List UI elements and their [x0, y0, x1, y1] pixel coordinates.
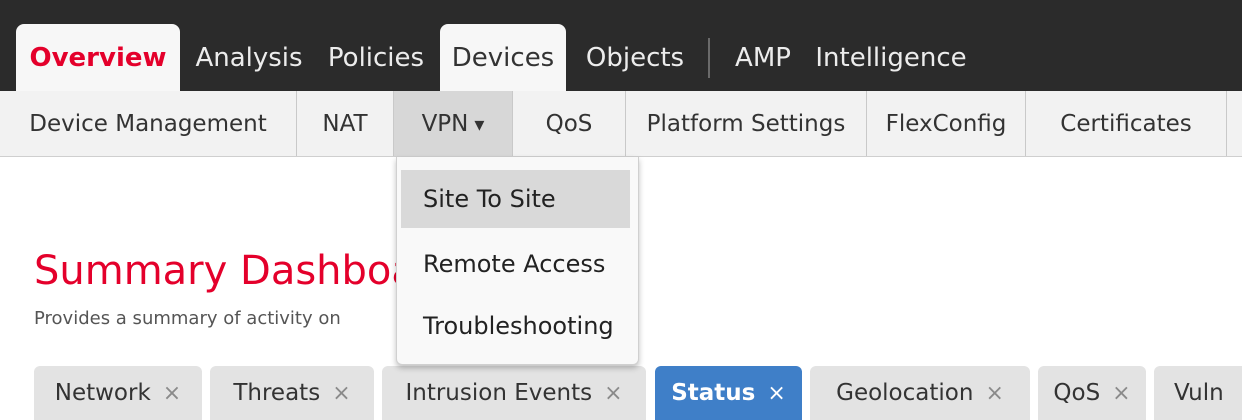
subnav-qos[interactable]: QoS: [513, 91, 625, 156]
subnav-nat[interactable]: NAT: [297, 91, 393, 156]
page-title: Summary Dashboard: [34, 248, 458, 294]
subnav-platform-settings[interactable]: Platform Settings: [626, 91, 866, 156]
subnav-divider: [1226, 91, 1227, 156]
sub-nav-bar: Device Management NAT VPN ▾ QoS Platform…: [0, 91, 1242, 157]
dashboard-tab-label: Intrusion Events: [405, 380, 593, 406]
tab-analysis[interactable]: Analysis: [186, 24, 312, 91]
subnav-device-management[interactable]: Device Management: [0, 91, 296, 156]
dashboard-tab-label: Network: [54, 380, 151, 406]
tab-policies[interactable]: Policies: [318, 24, 434, 91]
tab-intelligence[interactable]: Intelligence: [808, 24, 974, 91]
nav-divider: [708, 38, 710, 78]
menu-item-site-to-site[interactable]: Site To Site: [401, 170, 630, 228]
close-icon[interactable]: ×: [1112, 381, 1130, 406]
dashboard-tab-label: QoS: [1053, 380, 1101, 406]
dashboard-tab-vuln[interactable]: Vuln: [1154, 366, 1242, 420]
dashboard-tab-network[interactable]: Network ×: [34, 366, 202, 420]
top-nav-bar: Overview Analysis Policies Devices Objec…: [0, 0, 1242, 91]
subnav-vpn[interactable]: VPN ▾: [394, 91, 512, 156]
tab-objects[interactable]: Objects: [572, 24, 698, 91]
subnav-vpn-label: VPN: [421, 110, 469, 137]
tab-devices[interactable]: Devices: [440, 24, 566, 91]
page-subtitle: Provides a summary of activity on: [34, 308, 341, 329]
menu-item-troubleshooting[interactable]: Troubleshooting: [401, 297, 630, 355]
dashboard-tab-label: Geolocation: [836, 380, 974, 406]
dashboard-tab-intrusion-events[interactable]: Intrusion Events ×: [382, 366, 646, 420]
dashboard-tab-label: Status: [671, 380, 756, 406]
close-icon[interactable]: ×: [985, 381, 1003, 406]
chevron-down-icon: ▾: [474, 111, 485, 136]
subnav-flexconfig[interactable]: FlexConfig: [867, 91, 1025, 156]
dashboard-tab-qos[interactable]: QoS ×: [1038, 366, 1146, 420]
dashboard-tab-geolocation[interactable]: Geolocation ×: [810, 366, 1030, 420]
vpn-dropdown-menu: Site To Site Remote Access Troubleshooti…: [396, 157, 639, 365]
dashboard-tab-status[interactable]: Status ×: [655, 366, 802, 420]
menu-item-remote-access[interactable]: Remote Access: [401, 235, 630, 293]
close-icon[interactable]: ×: [332, 381, 350, 406]
tab-overview[interactable]: Overview: [16, 24, 180, 91]
subnav-certificates[interactable]: Certificates: [1026, 91, 1226, 156]
dashboard-tab-label: Vuln: [1174, 380, 1224, 406]
close-icon[interactable]: ×: [604, 381, 622, 406]
dashboard-tabs: Network × Threats × Intrusion Events × S…: [0, 366, 1242, 420]
close-icon[interactable]: ×: [767, 381, 785, 406]
tab-amp[interactable]: AMP: [718, 24, 808, 91]
dashboard-tab-threats[interactable]: Threats ×: [210, 366, 374, 420]
dashboard-tab-label: Threats: [233, 380, 321, 406]
close-icon[interactable]: ×: [163, 381, 181, 406]
